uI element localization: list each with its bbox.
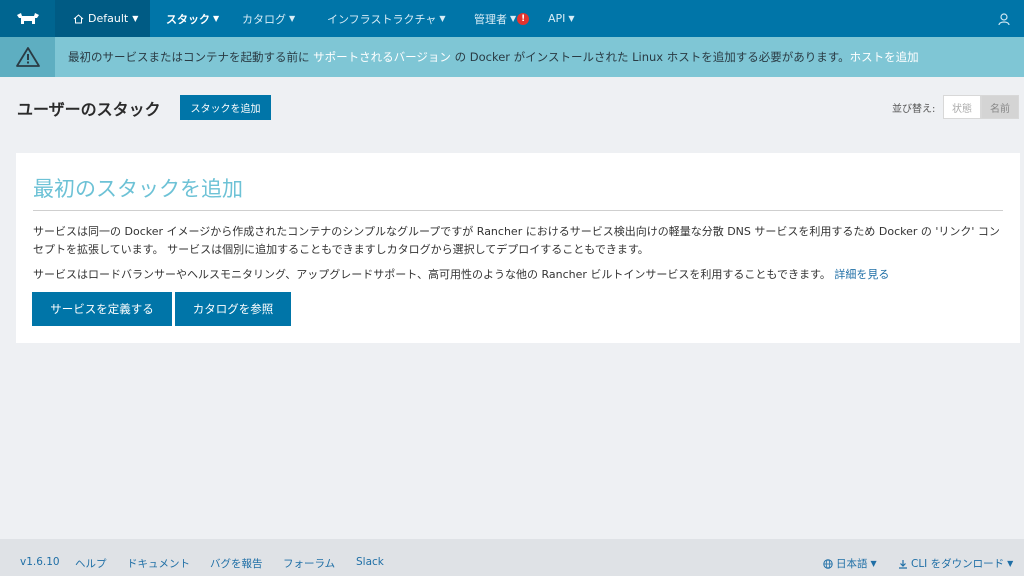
home-icon: [73, 13, 84, 23]
chevron-down-icon: ▼: [510, 14, 517, 23]
version-link[interactable]: v1.6.10: [20, 556, 60, 568]
nav-catalog[interactable]: カタログ ▼: [242, 0, 295, 37]
sort-by-state-button[interactable]: 状態: [943, 95, 981, 119]
report-bug-link[interactable]: バグを報告: [210, 556, 263, 571]
alert-icon: !: [517, 12, 530, 25]
chevron-down-icon: ▼: [568, 14, 575, 23]
forums-link[interactable]: フォーラム: [283, 556, 335, 571]
cli-download-label: CLI をダウンロード: [911, 558, 1005, 570]
footer: v1.6.10 ヘルプ ドキュメント バグを報告 フォーラム Slack 日本語…: [0, 539, 1024, 576]
card-description-secondary: サービスはロードバランサーやヘルスモニタリング、アップグレードサポート、高可用性…: [33, 266, 1008, 284]
rancher-cow-icon: [16, 12, 39, 24]
chevron-down-icon: ▼: [1007, 559, 1014, 568]
warning-banner: 最初のサービスまたはコンテナを起動する前に サポートされるバージョン の Doc…: [0, 37, 1024, 77]
learn-more-link[interactable]: 詳細を見る: [834, 268, 889, 281]
sort-label: 並び替え:: [892, 104, 936, 115]
add-stack-button[interactable]: スタックを追加: [180, 95, 271, 120]
language-label: 日本語: [836, 558, 868, 570]
sort-toggle: 状態 名前: [943, 95, 1019, 119]
page-title: ユーザーのスタック: [17, 100, 161, 119]
globe-icon: [823, 558, 833, 569]
nav-admin-label: 管理者: [474, 12, 507, 26]
help-link[interactable]: ヘルプ: [75, 556, 107, 571]
nav-infrastructure-label: インフラストラクチャ: [327, 12, 437, 26]
docs-link[interactable]: ドキュメント: [127, 556, 190, 571]
banner-message: 最初のサービスまたはコンテナを起動する前に サポートされるバージョン の Doc…: [55, 49, 919, 65]
divider: [33, 210, 1003, 211]
chevron-down-icon: ▼: [289, 14, 296, 23]
user-menu[interactable]: [998, 11, 1010, 30]
card-description: サービスは同一の Docker イメージから作成されたコンテナのシンプルなグルー…: [33, 225, 1000, 256]
supported-version-link[interactable]: サポートされるバージョン: [313, 50, 451, 64]
cli-download-menu[interactable]: CLI をダウンロード ▼: [898, 556, 1013, 571]
nav-api-label: API: [548, 12, 566, 25]
chevron-down-icon: ▼: [439, 14, 446, 23]
nav-stacks-label: スタック: [166, 12, 210, 26]
user-icon: [998, 13, 1010, 26]
slack-link[interactable]: Slack: [356, 556, 384, 568]
logo[interactable]: [0, 0, 55, 37]
top-navigation: Default ▼ スタック ▼ カタログ ▼ インフラストラクチャ ▼ 管理者…: [0, 0, 1024, 37]
warning-icon: [15, 47, 40, 67]
language-selector[interactable]: 日本語 ▼: [823, 556, 877, 571]
nav-admin[interactable]: 管理者 ▼ !: [474, 0, 530, 37]
chevron-down-icon: ▼: [213, 14, 220, 23]
chevron-down-icon: ▼: [870, 559, 877, 568]
download-icon: [899, 559, 907, 569]
nav-api[interactable]: API ▼: [548, 0, 575, 37]
card-description-secondary-text: サービスはロードバランサーやヘルスモニタリング、アップグレードサポート、高可用性…: [33, 268, 831, 281]
nav-catalog-label: カタログ: [242, 12, 286, 26]
environment-name: Default: [88, 12, 129, 25]
browse-catalog-button[interactable]: カタログを参照: [175, 292, 291, 326]
sort-by-name-button[interactable]: 名前: [981, 95, 1019, 119]
card-title: 最初のスタックを追加: [33, 177, 243, 201]
add-host-link[interactable]: ホストを追加: [850, 50, 919, 64]
environment-switcher[interactable]: Default ▼: [55, 0, 150, 37]
chevron-down-icon: ▼: [132, 14, 139, 23]
banner-text-middle: の Docker がインストールされた Linux ホストを追加する必要がありま…: [450, 50, 850, 64]
nav-infrastructure[interactable]: インフラストラクチャ ▼: [327, 0, 446, 37]
empty-state-card: 最初のスタックを追加 サービスは同一の Docker イメージから作成されたコン…: [16, 153, 1020, 343]
define-service-button[interactable]: サービスを定義する: [32, 292, 172, 326]
banner-text-before: 最初のサービスまたはコンテナを起動する前に: [68, 50, 314, 64]
nav-stacks[interactable]: スタック ▼: [166, 0, 219, 37]
banner-icon-box: [0, 37, 55, 77]
